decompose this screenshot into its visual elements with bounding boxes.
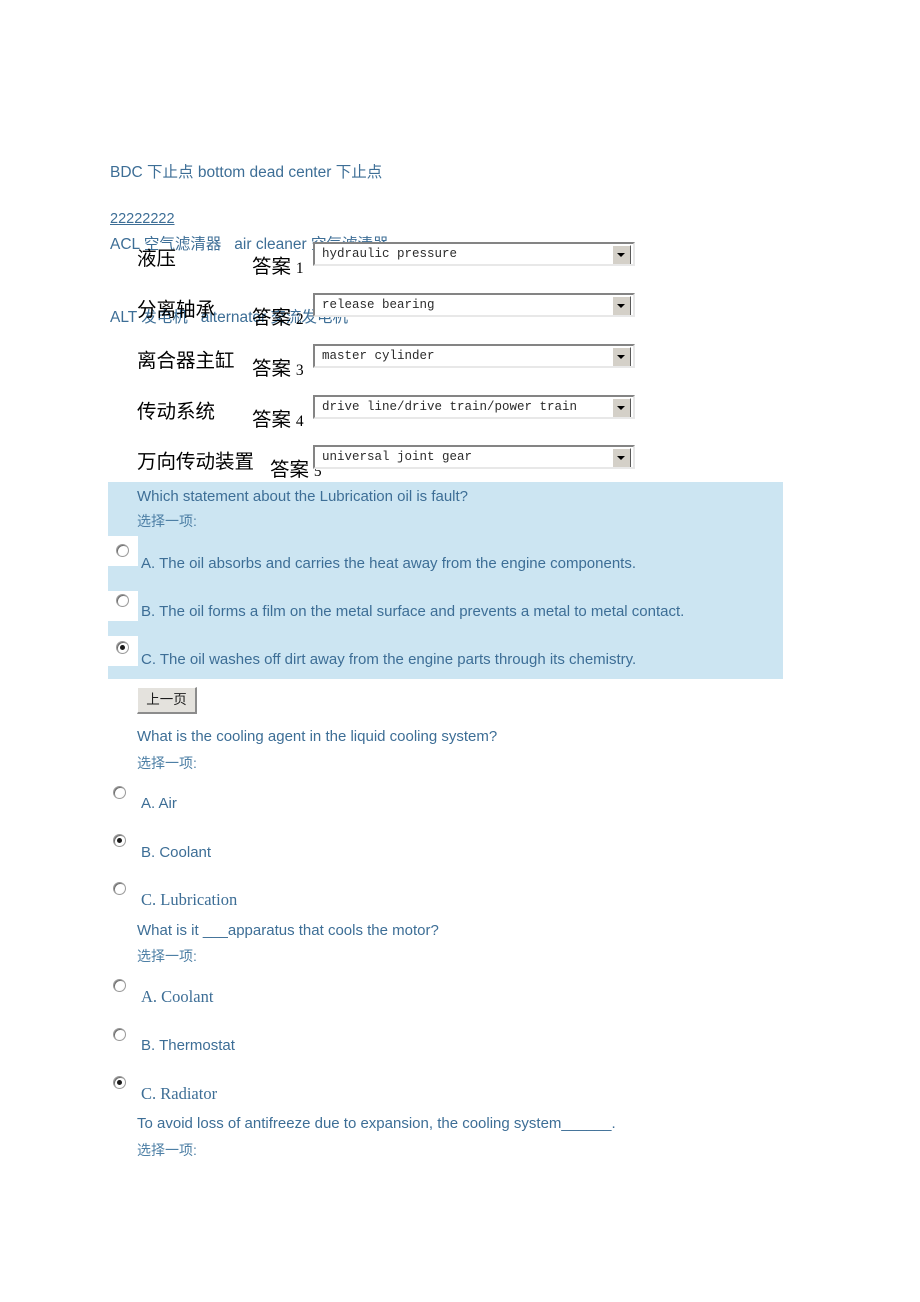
chevron-down-icon[interactable]: [612, 245, 631, 264]
answer-label-text: 答案: [252, 308, 292, 329]
answer-select-wrap: hydraulic pressure: [313, 242, 635, 266]
term-row: 液压 答案 1 hydraulic pressure: [110, 240, 730, 290]
answer-select-value: master cylinder: [322, 349, 435, 363]
answer-select-wrap: release bearing: [313, 293, 635, 317]
chevron-down-icon[interactable]: [612, 296, 631, 315]
term-row: 分离轴承 答案 2 release bearing: [110, 291, 730, 341]
question-prompt-1: Which statement about the Lubrication oi…: [137, 488, 469, 505]
term-chinese: 离合器主缸: [137, 351, 235, 372]
answer-label: 答案 1: [252, 250, 304, 279]
quiz-page: BDC 下止点 bottom dead center 下止点 ACL 空气滤清器…: [0, 0, 920, 1302]
answer-index: 4: [295, 413, 304, 430]
answer-select-wrap: master cylinder: [313, 344, 635, 368]
option-label-q3-b[interactable]: B. Thermostat: [141, 1037, 235, 1054]
answer-index: 3: [295, 362, 304, 379]
question-subtitle-2: 选择一项:: [137, 755, 197, 771]
option-label-q1-a[interactable]: A. The oil absorbs and carries the heat …: [141, 555, 636, 572]
option-label-q2-b[interactable]: B. Coolant: [141, 844, 211, 861]
answer-select-1[interactable]: hydraulic pressure: [313, 242, 635, 266]
term-chinese: 万向传动装置: [137, 452, 255, 473]
term-chinese: 液压: [137, 249, 177, 270]
answer-select-value: hydraulic pressure: [322, 247, 458, 261]
option-label-q3-a[interactable]: A. Coolant: [141, 987, 213, 1007]
radio-q1-a[interactable]: [116, 544, 129, 557]
numeric-link[interactable]: 22222222: [110, 211, 175, 227]
answer-label-text: 答案: [252, 359, 292, 380]
option-label-q1-b[interactable]: B. The oil forms a film on the metal sur…: [141, 603, 684, 620]
radio-q2-b[interactable]: [113, 834, 126, 847]
answer-index: 1: [295, 260, 304, 277]
question-prompt-4: To avoid loss of antifreeze due to expan…: [137, 1115, 616, 1132]
answer-label: 答案 4: [252, 403, 304, 432]
prev-page-button[interactable]: 上一页: [137, 687, 197, 714]
answer-select-5[interactable]: universal joint gear: [313, 445, 635, 469]
question-subtitle-1: 选择一项:: [137, 513, 197, 529]
answer-select-wrap: universal joint gear: [313, 445, 635, 469]
answer-select-value: drive line/drive train/power train: [322, 400, 578, 414]
glossary-line-1: BDC 下止点 bottom dead center 下止点: [110, 163, 383, 181]
answer-select-value: universal joint gear: [322, 450, 473, 464]
answer-label-text: 答案: [270, 460, 310, 481]
chevron-down-icon[interactable]: [612, 347, 631, 366]
term-row: 离合器主缸 答案 3 master cylinder: [110, 342, 730, 392]
answer-label: 答案 2: [252, 301, 304, 330]
answer-select-wrap: drive line/drive train/power train: [313, 395, 635, 419]
option-label-q3-c[interactable]: C. Radiator: [141, 1084, 217, 1104]
radio-q1-c[interactable]: [116, 641, 129, 654]
option-label-q2-a[interactable]: A. Air: [141, 795, 177, 812]
question-prompt-2: What is the cooling agent in the liquid …: [137, 728, 498, 745]
option-label-q2-c[interactable]: C. Lubrication: [141, 890, 237, 910]
answer-index: 2: [295, 311, 304, 328]
answer-label-text: 答案: [252, 257, 292, 278]
answer-select-4[interactable]: drive line/drive train/power train: [313, 395, 635, 419]
radio-q3-b[interactable]: [113, 1028, 126, 1041]
question-subtitle-3: 选择一项:: [137, 948, 197, 964]
radio-q2-c[interactable]: [113, 882, 126, 895]
answer-select-2[interactable]: release bearing: [313, 293, 635, 317]
radio-q1-b[interactable]: [116, 594, 129, 607]
term-row: 传动系统 答案 4 drive line/drive train/power t…: [110, 393, 730, 443]
radio-q2-a[interactable]: [113, 786, 126, 799]
question-subtitle-4: 选择一项:: [137, 1142, 197, 1158]
term-chinese: 分离轴承: [137, 300, 216, 321]
answer-select-value: release bearing: [322, 298, 435, 312]
radio-q3-a[interactable]: [113, 979, 126, 992]
chevron-down-icon[interactable]: [612, 448, 631, 467]
answer-label: 答案 3: [252, 352, 304, 381]
answer-select-3[interactable]: master cylinder: [313, 344, 635, 368]
chevron-down-icon[interactable]: [612, 398, 631, 417]
question-prompt-3: What is it ___apparatus that cools the m…: [137, 922, 439, 939]
radio-q3-c[interactable]: [113, 1076, 126, 1089]
answer-label-text: 答案: [252, 410, 292, 431]
term-chinese: 传动系统: [137, 402, 216, 423]
question-block-highlighted: [108, 482, 783, 679]
option-label-q1-c[interactable]: C. The oil washes off dirt away from the…: [141, 651, 636, 668]
